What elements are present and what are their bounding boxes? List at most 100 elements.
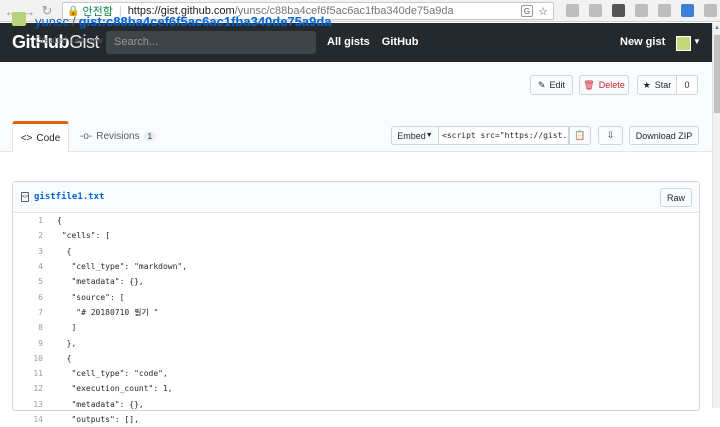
embed-select[interactable]: Embed ▼ <box>391 126 439 145</box>
trash-icon: 🗑 <box>583 79 595 90</box>
line-number[interactable]: 10 <box>13 354 43 363</box>
translate-icon[interactable]: G <box>521 5 533 17</box>
chevron-down-icon: ▼ <box>425 132 433 139</box>
line-code: "cell_type": "markdown", <box>57 262 188 272</box>
line-number[interactable]: 4 <box>13 262 43 271</box>
code-line: 4 "cell_type": "markdown", <box>13 259 699 274</box>
scrollbar-thumb[interactable] <box>714 35 720 113</box>
edit-button[interactable]: ✎ Edit <box>530 75 573 95</box>
code-line: 12 "execution_count": 1, <box>13 381 699 396</box>
line-number[interactable]: 9 <box>13 339 43 348</box>
code-line: 13 "metadata": {}, <box>13 397 699 412</box>
raw-button[interactable]: Raw <box>660 188 692 207</box>
code-line: 6 "source": [ <box>13 289 699 304</box>
line-number[interactable]: 7 <box>13 308 43 317</box>
line-code: { <box>57 246 72 256</box>
avatar[interactable] <box>676 36 691 51</box>
revisions-counter: 1 <box>143 132 157 141</box>
code-line: 3 { <box>13 244 699 259</box>
bookmark-star-icon[interactable]: ☆ <box>537 5 549 18</box>
code-line: 1{ <box>13 213 699 228</box>
line-code: { <box>57 353 72 363</box>
file-code-icon: <> <box>21 192 29 202</box>
extension-icon[interactable] <box>589 4 602 17</box>
delete-button[interactable]: 🗑 Delete <box>579 75 629 95</box>
line-code: { <box>57 216 62 226</box>
line-code: "execution_count": 1, <box>57 384 173 394</box>
title-separator: / <box>71 14 76 29</box>
embed-label: Embed <box>397 130 426 141</box>
line-number[interactable]: 13 <box>13 400 43 409</box>
pencil-icon: ✎ <box>537 79 546 90</box>
code-view: 1{2 "cells": [3 {4 "cell_type": "markdow… <box>13 213 699 427</box>
new-gist-link[interactable]: New gist <box>620 36 665 48</box>
star-count[interactable]: 0 <box>677 75 698 95</box>
scroll-up-icon[interactable]: ▲ <box>714 25 720 31</box>
line-code: "metadata": {}, <box>57 277 144 287</box>
file-box: <> gistfile1.txt Raw 1{2 "cells": [3 {4 … <box>12 181 700 424</box>
code-line: 10 { <box>13 351 699 366</box>
line-number[interactable]: 11 <box>13 369 43 378</box>
extension-icon[interactable] <box>681 4 694 17</box>
gist-id-link[interactable]: gist:c88ba4cef6f5ac6ac1fba340de75a9da <box>79 14 332 29</box>
code-line: 8 ] <box>13 320 699 335</box>
extension-icons <box>566 4 717 17</box>
line-number[interactable]: 14 <box>13 415 43 424</box>
extension-icon[interactable] <box>635 4 648 17</box>
line-code: "metadata": {}, <box>57 399 144 409</box>
code-line: 5 "metadata": {}, <box>13 274 699 289</box>
commit-icon: -o- <box>80 131 93 142</box>
scrollbar[interactable]: ▲ <box>712 23 720 408</box>
nav-github[interactable]: GitHub <box>382 36 419 48</box>
file-header: <> gistfile1.txt Raw <box>13 182 699 213</box>
tab-code[interactable]: <> Code <box>12 121 69 152</box>
star-label: Star <box>654 80 672 90</box>
code-line: 2 "cells": [ <box>13 228 699 243</box>
tab-revisions[interactable]: -o- Revisions 1 <box>80 121 157 152</box>
line-number[interactable]: 6 <box>13 293 43 302</box>
tab-revisions-label: Revisions <box>96 131 140 142</box>
line-code: "cell_type": "code", <box>57 369 168 379</box>
line-number[interactable]: 5 <box>13 277 43 286</box>
open-desktop-button[interactable]: ⇩ <box>598 126 623 145</box>
delete-label: Delete <box>598 80 625 90</box>
line-code: "cells": [ <box>57 231 110 241</box>
clipboard-icon: 📋 <box>574 130 586 140</box>
tab-code-label: Code <box>36 132 61 144</box>
created-timestamp: Created just now <box>35 35 103 45</box>
line-number[interactable]: 1 <box>13 216 43 225</box>
copy-clipboard-button[interactable]: 📋 <box>569 126 591 145</box>
file-name-link[interactable]: gistfile1.txt <box>34 192 104 202</box>
line-number[interactable]: 8 <box>13 323 43 332</box>
code-line: 11 "cell_type": "code", <box>13 366 699 381</box>
line-code: ] <box>57 323 77 333</box>
line-code: }, <box>57 338 77 348</box>
desktop-download-icon: ⇩ <box>606 130 615 140</box>
line-code: "source": [ <box>57 292 125 302</box>
line-number[interactable]: 12 <box>13 384 43 393</box>
code-icon: <> <box>20 132 33 144</box>
search-input[interactable]: Search... <box>106 31 316 54</box>
line-code: "# 20180710 필기 " <box>57 307 159 317</box>
download-zip-button[interactable]: Download ZIP <box>629 126 699 145</box>
code-line: 7 "# 20180710 필기 " <box>13 305 699 320</box>
code-line: 9 }, <box>13 335 699 350</box>
star-button[interactable]: ★ Star <box>637 75 677 95</box>
line-number[interactable]: 2 <box>13 231 43 240</box>
owner-avatar[interactable] <box>12 12 26 26</box>
embed-code-input[interactable]: <script src="https://gist. <box>439 126 569 145</box>
owner-link[interactable]: yunsc <box>35 14 69 29</box>
line-code: "outputs": [], <box>57 415 139 424</box>
edit-label: Edit <box>549 80 566 90</box>
code-line: 14 "outputs": [], <box>13 412 699 427</box>
extension-icon[interactable] <box>612 4 625 17</box>
chevron-down-icon[interactable]: ▼ <box>693 37 701 46</box>
extension-icon[interactable] <box>566 4 579 17</box>
top-nav: All gists GitHub <box>327 36 418 48</box>
extension-icon[interactable] <box>658 4 671 17</box>
star-icon: ★ <box>642 79 651 90</box>
line-number[interactable]: 3 <box>13 247 43 256</box>
nav-all-gists[interactable]: All gists <box>327 36 370 48</box>
menu-icon[interactable] <box>704 4 717 17</box>
gist-title: yunsc / gist:c88ba4cef6f5ac6ac1fba340de75a… <box>35 14 332 29</box>
